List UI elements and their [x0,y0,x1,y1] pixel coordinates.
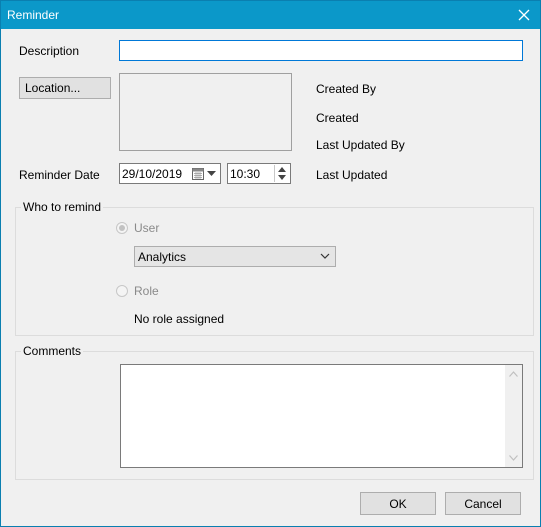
last-updated-label: Last Updated [316,168,388,182]
user-select[interactable]: Analytics [134,246,336,267]
close-button[interactable] [508,1,540,29]
location-button[interactable]: Location... [19,77,111,99]
user-radio-label: User [134,221,160,235]
reminder-time-value: 10:30 [230,167,261,181]
user-radio[interactable] [116,222,128,234]
created-by-label: Created By [316,82,377,96]
who-to-remind-group [15,207,534,336]
role-radio-label: Role [134,284,159,298]
spin-down-icon[interactable] [278,175,286,180]
role-value: No role assigned [134,312,225,326]
description-input[interactable] [119,40,523,61]
ok-button-label: OK [389,496,407,511]
cancel-button[interactable]: Cancel [445,492,521,515]
comments-scrollbar[interactable] [505,365,522,467]
scroll-down-icon[interactable] [509,455,518,461]
close-icon [518,9,530,21]
last-updated-by-label: Last Updated By [316,138,405,152]
reminder-date-label: Reminder Date [19,168,100,182]
comments-title: Comments [21,344,84,358]
scroll-up-icon[interactable] [509,371,518,377]
created-label: Created [316,111,359,125]
reminder-dialog: Reminder Description Location... Created… [0,0,541,527]
reminder-time-picker[interactable]: 10:30 [227,163,291,184]
spin-up-icon[interactable] [278,167,286,172]
description-label: Description [19,44,80,58]
user-select-value: Analytics [138,250,187,264]
chevron-down-icon[interactable] [207,171,216,177]
time-spinner[interactable] [274,165,289,182]
title-bar[interactable]: Reminder [1,1,540,29]
role-radio[interactable] [116,285,128,297]
reminder-date-value: 29/10/2019 [122,167,183,181]
who-to-remind-title: Who to remind [21,200,104,214]
calendar-icon[interactable] [192,167,204,180]
cancel-button-label: Cancel [464,496,502,511]
comments-textarea[interactable] [120,364,523,468]
chevron-down-icon [320,253,330,259]
location-display [119,73,292,151]
location-button-label: Location... [25,81,81,95]
ok-button[interactable]: OK [360,492,436,515]
reminder-date-picker[interactable]: 29/10/2019 [119,163,221,184]
window-title: Reminder [7,8,60,22]
